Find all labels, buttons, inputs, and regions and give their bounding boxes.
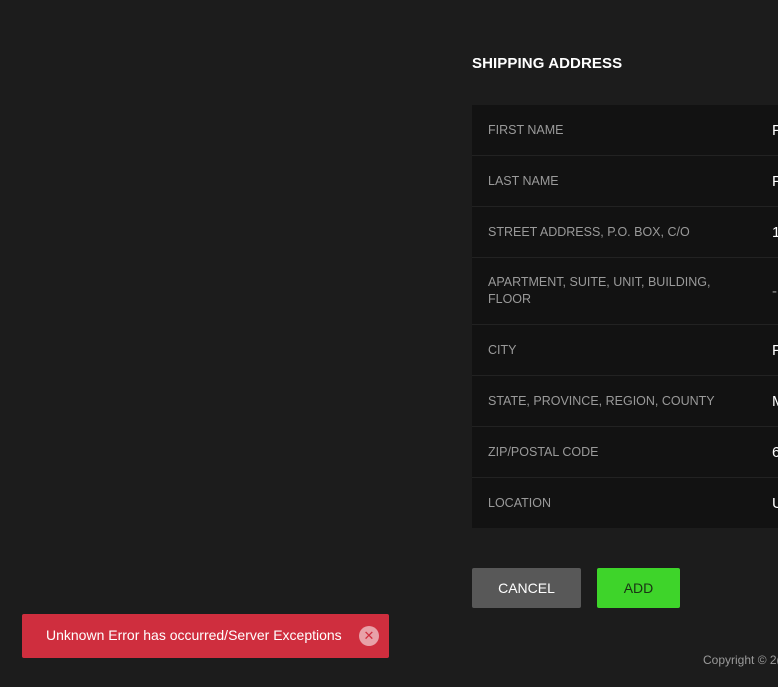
checkout-page: SHIPPING ADDRESS FIRST NAME P LAST NAME … xyxy=(0,0,778,687)
shipping-address-heading: SHIPPING ADDRESS xyxy=(472,55,623,72)
address-row-location: LOCATION U xyxy=(472,478,778,528)
copyright-text: Copyright © 2( xyxy=(703,653,778,667)
address-row-city: CITY P xyxy=(472,325,778,376)
first-name-label: FIRST NAME xyxy=(488,122,564,137)
close-icon[interactable]: ✕ xyxy=(359,626,379,646)
zip-label: ZIP/POSTAL CODE xyxy=(488,444,599,459)
address-row-state: STATE, PROVINCE, REGION, COUNTY M xyxy=(472,376,778,427)
location-value: U xyxy=(772,494,778,512)
location-label: LOCATION xyxy=(488,495,551,510)
cancel-button[interactable]: CANCEL xyxy=(472,568,581,608)
street-address-label: STREET ADDRESS, P.O. BOX, C/O xyxy=(488,224,690,239)
address-row-first-name: FIRST NAME P xyxy=(472,105,778,156)
state-value: M xyxy=(772,393,778,410)
address-row-street: STREET ADDRESS, P.O. BOX, C/O 1 xyxy=(472,207,778,258)
street-address-value: 1 xyxy=(772,223,778,241)
address-row-last-name: LAST NAME P xyxy=(472,156,778,207)
error-toast: Unknown Error has occurred/Server Except… xyxy=(22,614,389,658)
apartment-value: - xyxy=(772,282,777,300)
zip-value: 6 xyxy=(772,443,778,461)
apartment-label: APARTMENT, SUITE, UNIT, BUILDING, FLOOR xyxy=(488,275,711,306)
address-row-zip: ZIP/POSTAL CODE 6 xyxy=(472,427,778,478)
shipping-address-table: FIRST NAME P LAST NAME P STREET ADDRESS,… xyxy=(472,105,778,528)
error-toast-message: Unknown Error has occurred/Server Except… xyxy=(46,627,342,643)
city-label: CITY xyxy=(488,342,517,357)
address-row-apartment: APARTMENT, SUITE, UNIT, BUILDING, FLOOR … xyxy=(472,258,778,325)
state-label: STATE, PROVINCE, REGION, COUNTY xyxy=(488,393,715,408)
city-value: P xyxy=(772,341,778,359)
last-name-value: P xyxy=(772,172,778,190)
add-button[interactable]: ADD xyxy=(597,568,680,608)
last-name-label: LAST NAME xyxy=(488,173,559,188)
first-name-value: P xyxy=(772,121,778,139)
